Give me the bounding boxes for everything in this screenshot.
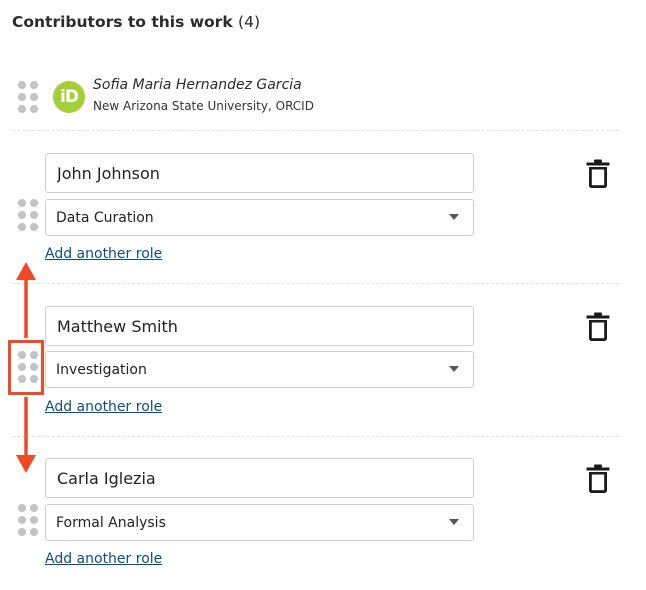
chevron-down-icon: [449, 214, 459, 220]
role-select-value: Formal Analysis: [56, 514, 166, 531]
orcid-contributor-affiliation: New Arizona State University, ORCID: [93, 99, 314, 113]
add-another-role-link[interactable]: Add another role: [45, 246, 162, 262]
contributor-name-input[interactable]: [45, 306, 474, 346]
drag-handle-icon[interactable]: [18, 199, 38, 233]
contributor-count: (4): [238, 13, 261, 31]
chevron-down-icon: [449, 366, 459, 372]
section-title-text: Contributors to this work: [12, 13, 233, 31]
drag-handle-icon[interactable]: [18, 504, 38, 538]
add-another-role-link[interactable]: Add another role: [45, 399, 162, 415]
drag-handle-highlight: [8, 340, 44, 395]
contributor-name-input[interactable]: [45, 458, 474, 498]
trash-icon[interactable]: [586, 464, 610, 494]
section-title: Contributors to this work (4): [12, 13, 260, 31]
trash-icon[interactable]: [586, 312, 610, 342]
drag-handle-icon[interactable]: [18, 81, 38, 115]
divider: [12, 130, 619, 131]
divider: [12, 283, 619, 284]
role-select-value: Data Curation: [56, 209, 154, 226]
role-select[interactable]: Formal Analysis: [45, 504, 474, 541]
contributor-name-input[interactable]: [45, 153, 474, 193]
add-another-role-link[interactable]: Add another role: [45, 551, 162, 567]
orcid-contributor-name: Sofia Maria Hernandez Garcia: [93, 77, 302, 93]
arrow-down-icon: [16, 397, 36, 473]
role-select-value: Investigation: [56, 361, 147, 378]
arrow-up-icon: [16, 262, 36, 338]
chevron-down-icon: [449, 519, 459, 525]
trash-icon[interactable]: [586, 159, 610, 189]
role-select[interactable]: Investigation: [45, 351, 474, 388]
divider: [12, 436, 619, 437]
role-select[interactable]: Data Curation: [45, 199, 474, 236]
orcid-icon: iD: [53, 81, 85, 113]
